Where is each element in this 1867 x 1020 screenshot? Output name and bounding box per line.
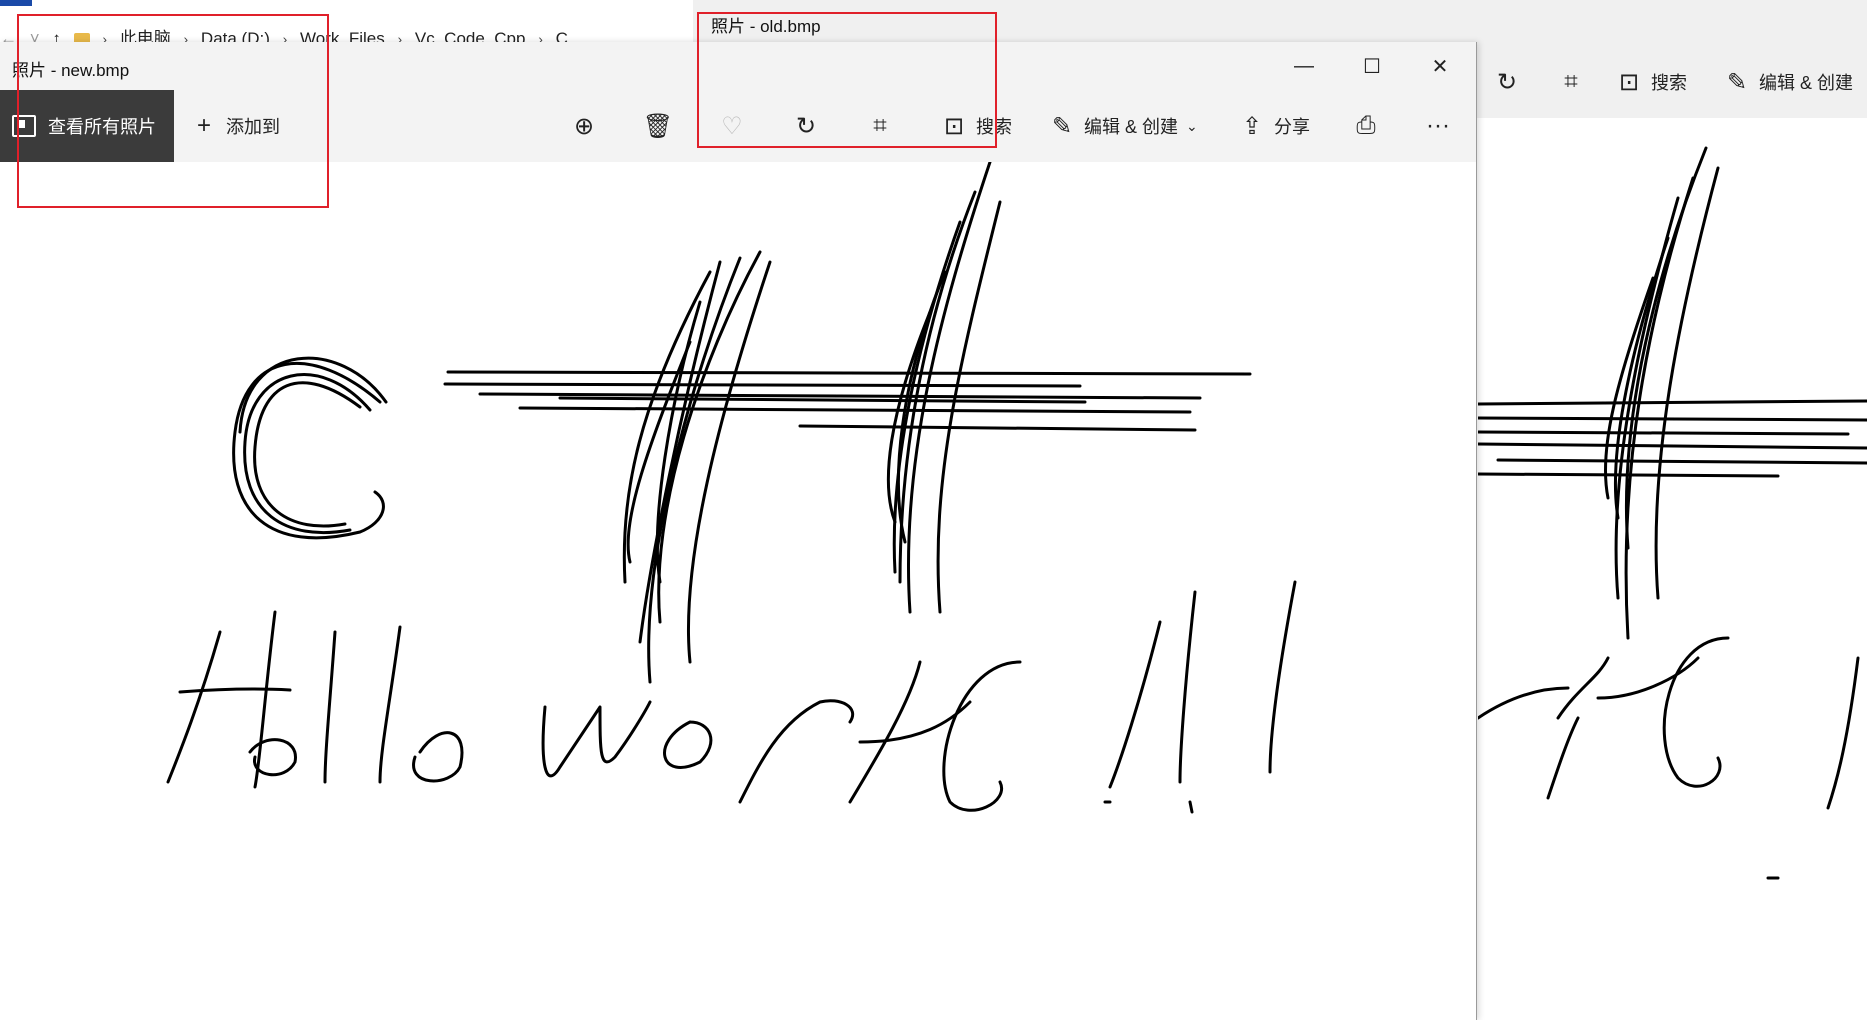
more-button[interactable]: ···	[1424, 90, 1452, 162]
rotate-icon: ↻	[1496, 68, 1518, 96]
new-window-titlebar[interactable]: 照片 - new.bmp — ☐ ✕	[0, 42, 1476, 90]
share-button[interactable]: ⇪ 分享	[1238, 90, 1310, 162]
new-window-title: 照片 - new.bmp	[12, 61, 130, 80]
new-window-toolbar: 查看所有照片 + 添加到 ⊕ 🗑 ♡ ↻ ⌗ ⊡ 搜索 ✎ 编辑 & 创建 ⌄	[0, 90, 1476, 162]
old-edit-create-label: 编辑 & 创建	[1759, 73, 1854, 93]
edit-icon: ✎	[1726, 68, 1748, 96]
handwritten-drawing-new	[166, 162, 1297, 814]
crop-button[interactable]: ⌗	[866, 90, 894, 162]
explorer-accent-bar	[0, 0, 32, 6]
print-button[interactable]: ⎙	[1352, 90, 1380, 162]
delete-button[interactable]: 🗑	[642, 90, 674, 162]
rotate-icon: ↻	[795, 112, 817, 140]
old-search-button[interactable]: ⊡ 搜索	[1615, 46, 1687, 118]
chevron-down-icon: ⌄	[1186, 117, 1198, 134]
minimize-button[interactable]: —	[1270, 42, 1338, 90]
printer-icon: ⎙	[1356, 112, 1376, 139]
close-button[interactable]: ✕	[1406, 42, 1474, 90]
old-rotate-button[interactable]: ↻	[1493, 46, 1521, 118]
crop-icon: ⌗	[873, 112, 887, 139]
view-all-photos-label: 查看所有照片	[48, 117, 156, 137]
handwritten-drawing-old	[1478, 146, 1867, 880]
zoom-in-icon: ⊕	[573, 112, 595, 140]
view-all-photos-button[interactable]: 查看所有照片	[0, 90, 174, 162]
old-window-title: 照片 - old.bmp	[711, 17, 821, 36]
heart-icon: ♡	[721, 112, 743, 140]
edit-create-label: 编辑 & 创建	[1084, 117, 1179, 137]
edit-create-button[interactable]: ✎ 编辑 & 创建 ⌄	[1048, 90, 1198, 162]
share-label: 分享	[1274, 117, 1310, 137]
rotate-button[interactable]: ↻	[792, 90, 820, 162]
more-icon: ···	[1426, 112, 1450, 139]
old-crop-button[interactable]: ⌗	[1557, 46, 1585, 118]
explorer-window: ← ˅ ↑ › 此电脑 › Data (D:) › Work_Files › V…	[0, 0, 700, 48]
minimize-icon: —	[1294, 54, 1314, 77]
search-button[interactable]: ⊡ 搜索	[940, 90, 1012, 162]
search-lens-icon: ⊡	[943, 112, 965, 140]
search-label: 搜索	[976, 117, 1012, 137]
plus-icon: +	[196, 112, 211, 139]
edit-icon: ✎	[1051, 112, 1073, 140]
crop-icon: ⌗	[1564, 68, 1578, 95]
close-icon: ✕	[1431, 55, 1449, 78]
share-icon: ⇪	[1241, 112, 1263, 140]
trash-icon: 🗑	[642, 112, 674, 140]
maximize-button[interactable]: ☐	[1338, 42, 1406, 90]
favorite-button[interactable]: ♡	[718, 90, 746, 162]
add-to-label: 添加到	[226, 117, 280, 137]
search-lens-icon: ⊡	[1618, 68, 1640, 96]
add-to-button[interactable]: + 添加到	[190, 90, 280, 162]
old-window-titlebar[interactable]: 照片 - old.bmp	[693, 0, 1867, 46]
old-edit-create-button[interactable]: ✎ 编辑 & 创建	[1723, 46, 1853, 118]
old-search-label: 搜索	[1651, 73, 1687, 93]
zoom-button[interactable]: ⊕	[570, 90, 598, 162]
photos-icon	[12, 115, 36, 137]
maximize-icon: ☐	[1363, 55, 1381, 78]
